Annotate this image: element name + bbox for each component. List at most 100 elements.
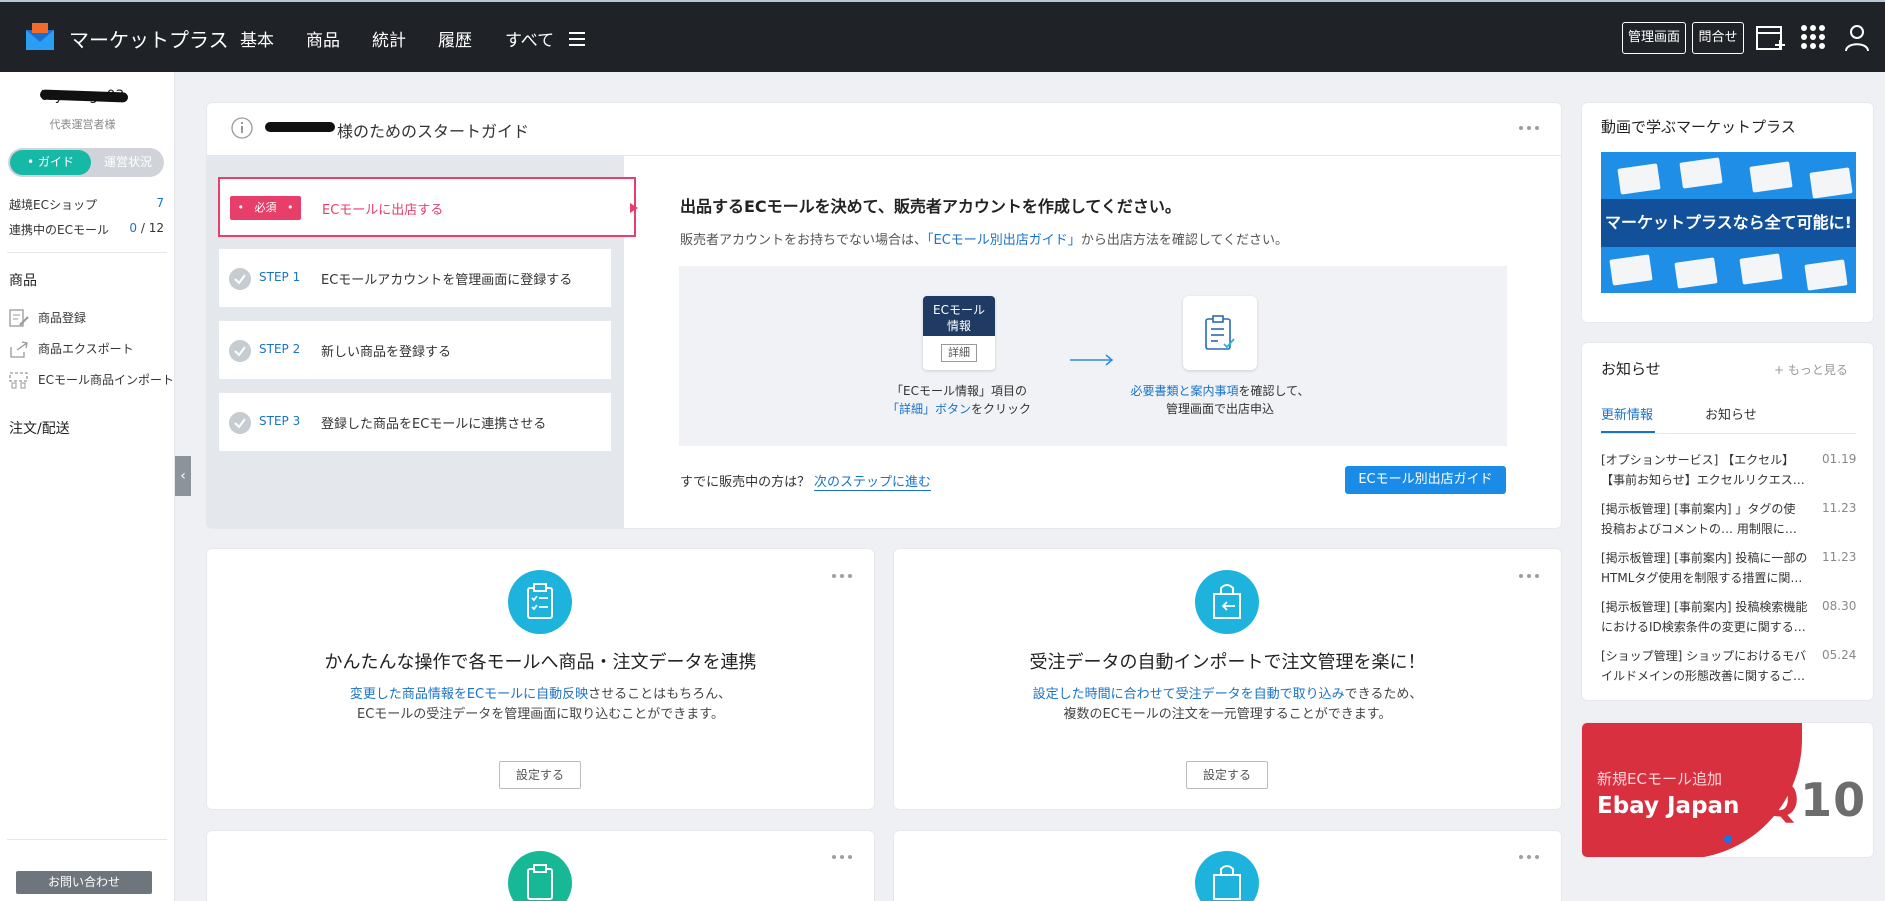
- qoo10-logo: Q10: [1760, 773, 1867, 827]
- notices-title: お知らせ: [1601, 360, 1661, 378]
- guide-heading: 出品するECモールを決めて、販売者アカウントを作成してください。: [680, 197, 1181, 216]
- apps-grid-icon[interactable]: [1800, 24, 1826, 50]
- start-guide-title: 様のためのスタートガイド: [337, 122, 530, 141]
- guide-subtext: 販売者アカウントをお持ちでない場合は、「ECモール別出店ガイド」から出店方法を確…: [680, 233, 1289, 248]
- edit-document-icon: [9, 309, 29, 327]
- promo-banner-ebay-japan[interactable]: 新規ECモール追加 Ebay Japan Q10: [1581, 722, 1874, 858]
- feature-card-sync-more-icon[interactable]: [832, 574, 854, 580]
- top-navigation-bar: マーケットプラス 基本 商品 統計 履歴 すべて 管理画面 問合せ: [0, 0, 1885, 72]
- video-banner-text: マーケットプラスなら全て可能に!: [1601, 199, 1856, 247]
- arrow-right-icon: [1070, 354, 1114, 366]
- contact-button[interactable]: お問い合わせ: [16, 871, 152, 894]
- sidebar-divider-bottom: [7, 839, 167, 840]
- notice-date: 11.23: [1822, 550, 1857, 564]
- stat-linked-malls[interactable]: 連携中のECモール 0 / 12: [9, 221, 164, 238]
- step-3[interactable]: STEP 3 登録した商品をECモールに連携させる: [218, 392, 612, 452]
- add-window-icon[interactable]: [1756, 24, 1786, 52]
- step-2[interactable]: STEP 2 新しい商品を登録する: [218, 320, 612, 380]
- nav-basic[interactable]: 基本: [240, 26, 274, 51]
- notice-date: 05.24: [1822, 648, 1857, 662]
- shopping-bag-import-icon: [1195, 570, 1259, 634]
- notice-item[interactable]: [掲示板管理] [事前案内] 投稿に一部の HTMLタグ使用を制限する措置に関…: [1601, 548, 1811, 588]
- mall-guide-link[interactable]: 「ECモール別出店ガイド」: [927, 233, 1081, 248]
- step-1-check-icon: [229, 268, 251, 290]
- step-required-mall-open[interactable]: • 必須 • ECモールに出店する: [218, 177, 636, 237]
- stat-cross-border-shops-value[interactable]: 7: [156, 196, 164, 210]
- sidebar-role: 代表運営者様: [49, 118, 116, 131]
- tab-notices[interactable]: お知らせ: [1705, 404, 1757, 423]
- document-checklist-card: [1183, 296, 1257, 370]
- nav-products[interactable]: 商品: [306, 26, 340, 51]
- sidebar-section-products: 商品: [9, 273, 37, 289]
- notice-item[interactable]: [オプションサービス] 【エクセル】 【事前お知らせ】エクセルリクエス…: [1601, 450, 1811, 490]
- ec-card-detail-button: 詳細: [941, 344, 977, 362]
- caption-click-detail: 「ECモール情報」項目の 「詳細」ボタンをクリック: [886, 384, 1032, 416]
- next-step-question: すでに販売中の方は？: [680, 475, 811, 490]
- step-1-text: ECモールアカウントを管理画面に登録する: [321, 273, 573, 288]
- clipboard-check-icon: [508, 851, 572, 901]
- video-thumbnail[interactable]: マーケットプラスなら全て可能に!: [1601, 152, 1856, 293]
- inquiry-button[interactable]: 問合せ: [1692, 22, 1744, 54]
- export-icon: [10, 341, 28, 358]
- mall-guide-button[interactable]: ECモール別出店ガイド: [1345, 466, 1506, 494]
- user-account-icon[interactable]: [1844, 24, 1870, 52]
- step-1-label: STEP 1: [259, 270, 301, 284]
- sidebar-divider: [7, 252, 167, 253]
- document-checklist-icon: [1205, 315, 1235, 350]
- tab-updates[interactable]: 更新情報: [1601, 404, 1653, 423]
- nav-history[interactable]: 履歴: [438, 26, 472, 51]
- step-1[interactable]: STEP 1 ECモールアカウントを管理画面に登録する: [218, 248, 612, 308]
- notice-item[interactable]: [掲示板管理] [事前案内] 」タグの使 投稿およびコメントの… 用制限に…: [1601, 499, 1811, 539]
- active-tab-indicator: [1601, 431, 1655, 433]
- next-step-link[interactable]: 次のステップに進む: [814, 471, 932, 491]
- notice-item[interactable]: [ショップ管理] ショップにおけるモバ イルドメインの形態改善に関するご…: [1601, 646, 1811, 686]
- step-2-check-icon: [229, 340, 251, 362]
- info-icon: [231, 117, 253, 139]
- import-icon: [9, 372, 28, 389]
- step-3-text: 登録した商品をECモールに連携させる: [321, 417, 547, 432]
- sidebar-section-orders[interactable]: 注文/配送: [9, 418, 70, 438]
- sidebar: toyonaga03 代表運営者様 • ガイド 運営状況 越境ECショップ 7 …: [0, 72, 175, 901]
- brand-name[interactable]: マーケットプラス: [69, 24, 229, 53]
- feature-card-third-more-icon[interactable]: [832, 855, 854, 861]
- promo-subtitle: 新規ECモール追加: [1597, 770, 1722, 788]
- stat-linked-malls-value[interactable]: 0 / 12: [129, 221, 164, 235]
- required-badge: • 必須 •: [230, 196, 301, 220]
- start-guide-more-icon[interactable]: [1519, 126, 1541, 132]
- nav-all[interactable]: すべて: [505, 26, 554, 51]
- feature-sync-setup-button[interactable]: 設定する: [499, 761, 581, 789]
- admin-panel-button[interactable]: 管理画面: [1622, 22, 1686, 54]
- feature-card-order-import-more-icon[interactable]: [1519, 574, 1541, 580]
- stat-cross-border-shops[interactable]: 越境ECショップ 7: [9, 196, 164, 213]
- notice-item[interactable]: [掲示板管理] [事前案内] 投稿検索機能 におけるID検索条件の変更に関する…: [1601, 597, 1811, 637]
- step-required-text: ECモールに出店する: [322, 203, 444, 218]
- feature-order-import-setup-button[interactable]: 設定する: [1186, 761, 1268, 789]
- video-card-title: 動画で学ぶマーケットプラス: [1601, 118, 1796, 136]
- feature-card-fourth-more-icon[interactable]: [1519, 855, 1541, 861]
- toggle-guide[interactable]: • ガイド: [10, 150, 91, 175]
- promo-carousel-dot[interactable]: [1724, 835, 1732, 843]
- sidebar-collapse-button[interactable]: ‹: [175, 456, 191, 496]
- feature-order-import-desc-link[interactable]: 設定した時間に合わせて受注データを自動で取り込み: [1033, 687, 1345, 702]
- shopping-bag-sync-icon: [1195, 851, 1259, 901]
- notice-date: 01.19: [1822, 452, 1857, 466]
- notice-date: 08.30: [1822, 599, 1857, 613]
- toggle-status[interactable]: 運営状況: [94, 150, 162, 175]
- feature-sync-desc-link[interactable]: 変更した商品情報をECモールに自動反映: [350, 687, 588, 702]
- nav-statistics[interactable]: 統計: [372, 26, 406, 51]
- guide-username-redaction: [265, 122, 335, 132]
- clipboard-check-icon: [508, 570, 572, 634]
- marketplus-logo-icon[interactable]: [25, 22, 55, 52]
- guide-illustration: ECモール 情報 詳細 「ECモール情報」項目の 「詳細」ボタンをクリック 必要書類…: [679, 266, 1507, 446]
- step-2-label: STEP 2: [259, 342, 301, 356]
- hamburger-menu-icon[interactable]: [568, 30, 586, 48]
- notice-date: 11.23: [1822, 501, 1857, 515]
- feature-sync-desc: 変更した商品情報をECモールに自動反映させることはもちろん、 ECモールの受注デー…: [349, 687, 732, 722]
- step-2-text: 新しい商品を登録する: [321, 345, 452, 360]
- feature-order-import-desc: 設定した時間に合わせて受注データを自動で取り込みできるため、 複数のECモールの注…: [1032, 687, 1423, 722]
- ec-mall-info-card: ECモール 情報 詳細: [923, 296, 995, 370]
- guide-status-toggle[interactable]: • ガイド 運営状況: [8, 148, 164, 177]
- notices-tab-divider: [1601, 433, 1856, 434]
- notices-more-link[interactable]: + もっと見る: [1774, 361, 1848, 378]
- caption-check-documents: 必要書類と案内事項を確認して、 管理画面で出店申込: [1130, 384, 1310, 416]
